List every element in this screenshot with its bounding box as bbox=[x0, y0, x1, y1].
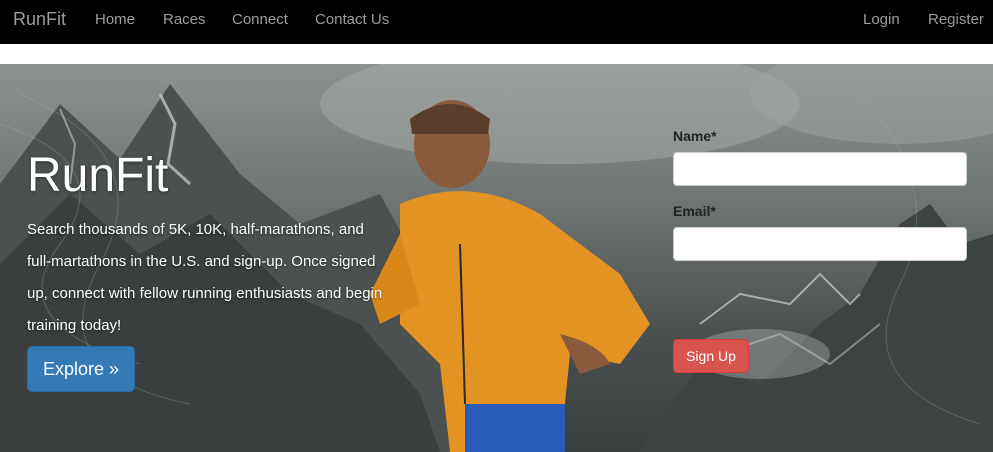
hero-title: RunFit bbox=[27, 149, 169, 202]
name-input[interactable] bbox=[673, 152, 967, 186]
email-input[interactable] bbox=[673, 227, 967, 261]
nav-contact-link[interactable]: Contact Us bbox=[315, 11, 389, 28]
explore-button[interactable]: Explore » bbox=[27, 346, 135, 392]
hero-description: Search thousands of 5K, 10K, half-marath… bbox=[27, 214, 407, 342]
hero-description-line: training today! bbox=[27, 317, 122, 334]
sign-up-button[interactable]: Sign Up bbox=[673, 339, 749, 373]
nav-home-link[interactable]: Home bbox=[95, 11, 135, 28]
hero-description-line: up, connect with fellow running enthusia… bbox=[27, 285, 383, 302]
nav-connect-link[interactable]: Connect bbox=[232, 11, 288, 28]
nav-login-link[interactable]: Login bbox=[863, 11, 900, 28]
hero-description-line: full-martathons in the U.S. and sign-up.… bbox=[27, 253, 376, 270]
hero-description-line: Search thousands of 5K, 10K, half-marath… bbox=[27, 221, 364, 238]
nav-races-link[interactable]: Races bbox=[163, 11, 206, 28]
hero-section: RunFit Search thousands of 5K, 10K, half… bbox=[0, 64, 993, 452]
email-label: Email* bbox=[673, 203, 716, 219]
top-navbar: RunFit Home Races Connect Contact Us Log… bbox=[0, 0, 993, 44]
brand-logo[interactable]: RunFit bbox=[13, 9, 66, 30]
name-label: Name* bbox=[673, 128, 717, 144]
nav-register-link[interactable]: Register bbox=[928, 11, 984, 28]
